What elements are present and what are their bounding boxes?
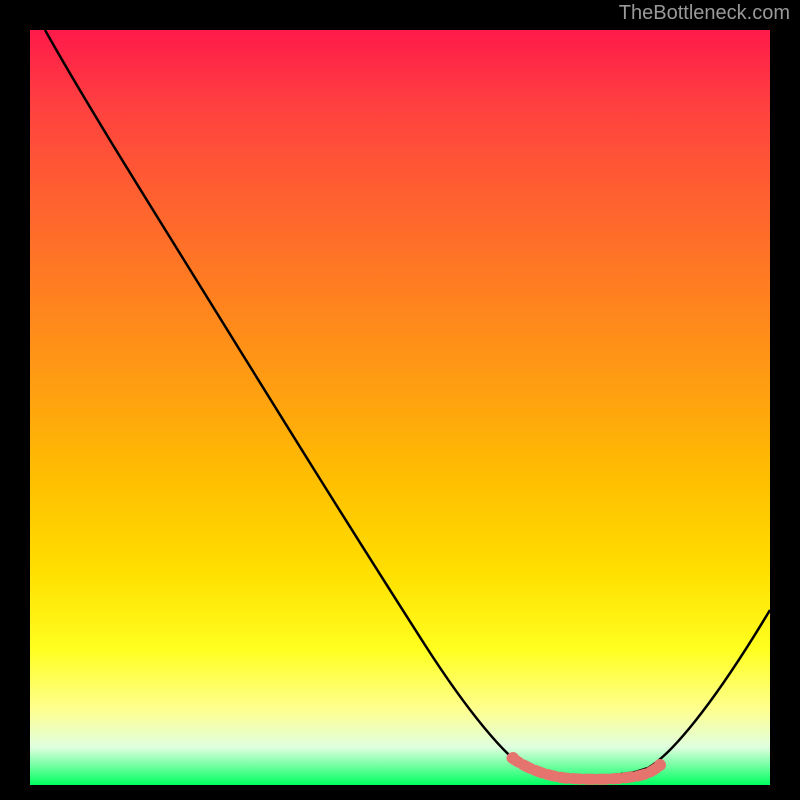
highlight-dot-right bbox=[654, 759, 666, 771]
curve-svg bbox=[30, 30, 770, 785]
plot-area bbox=[30, 30, 770, 785]
main-curve bbox=[45, 30, 770, 776]
watermark-text: TheBottleneck.com bbox=[619, 2, 790, 25]
highlight-dot-left bbox=[507, 752, 519, 764]
chart-container: TheBottleneck.com bbox=[0, 0, 800, 800]
highlight-curve bbox=[512, 758, 660, 779]
